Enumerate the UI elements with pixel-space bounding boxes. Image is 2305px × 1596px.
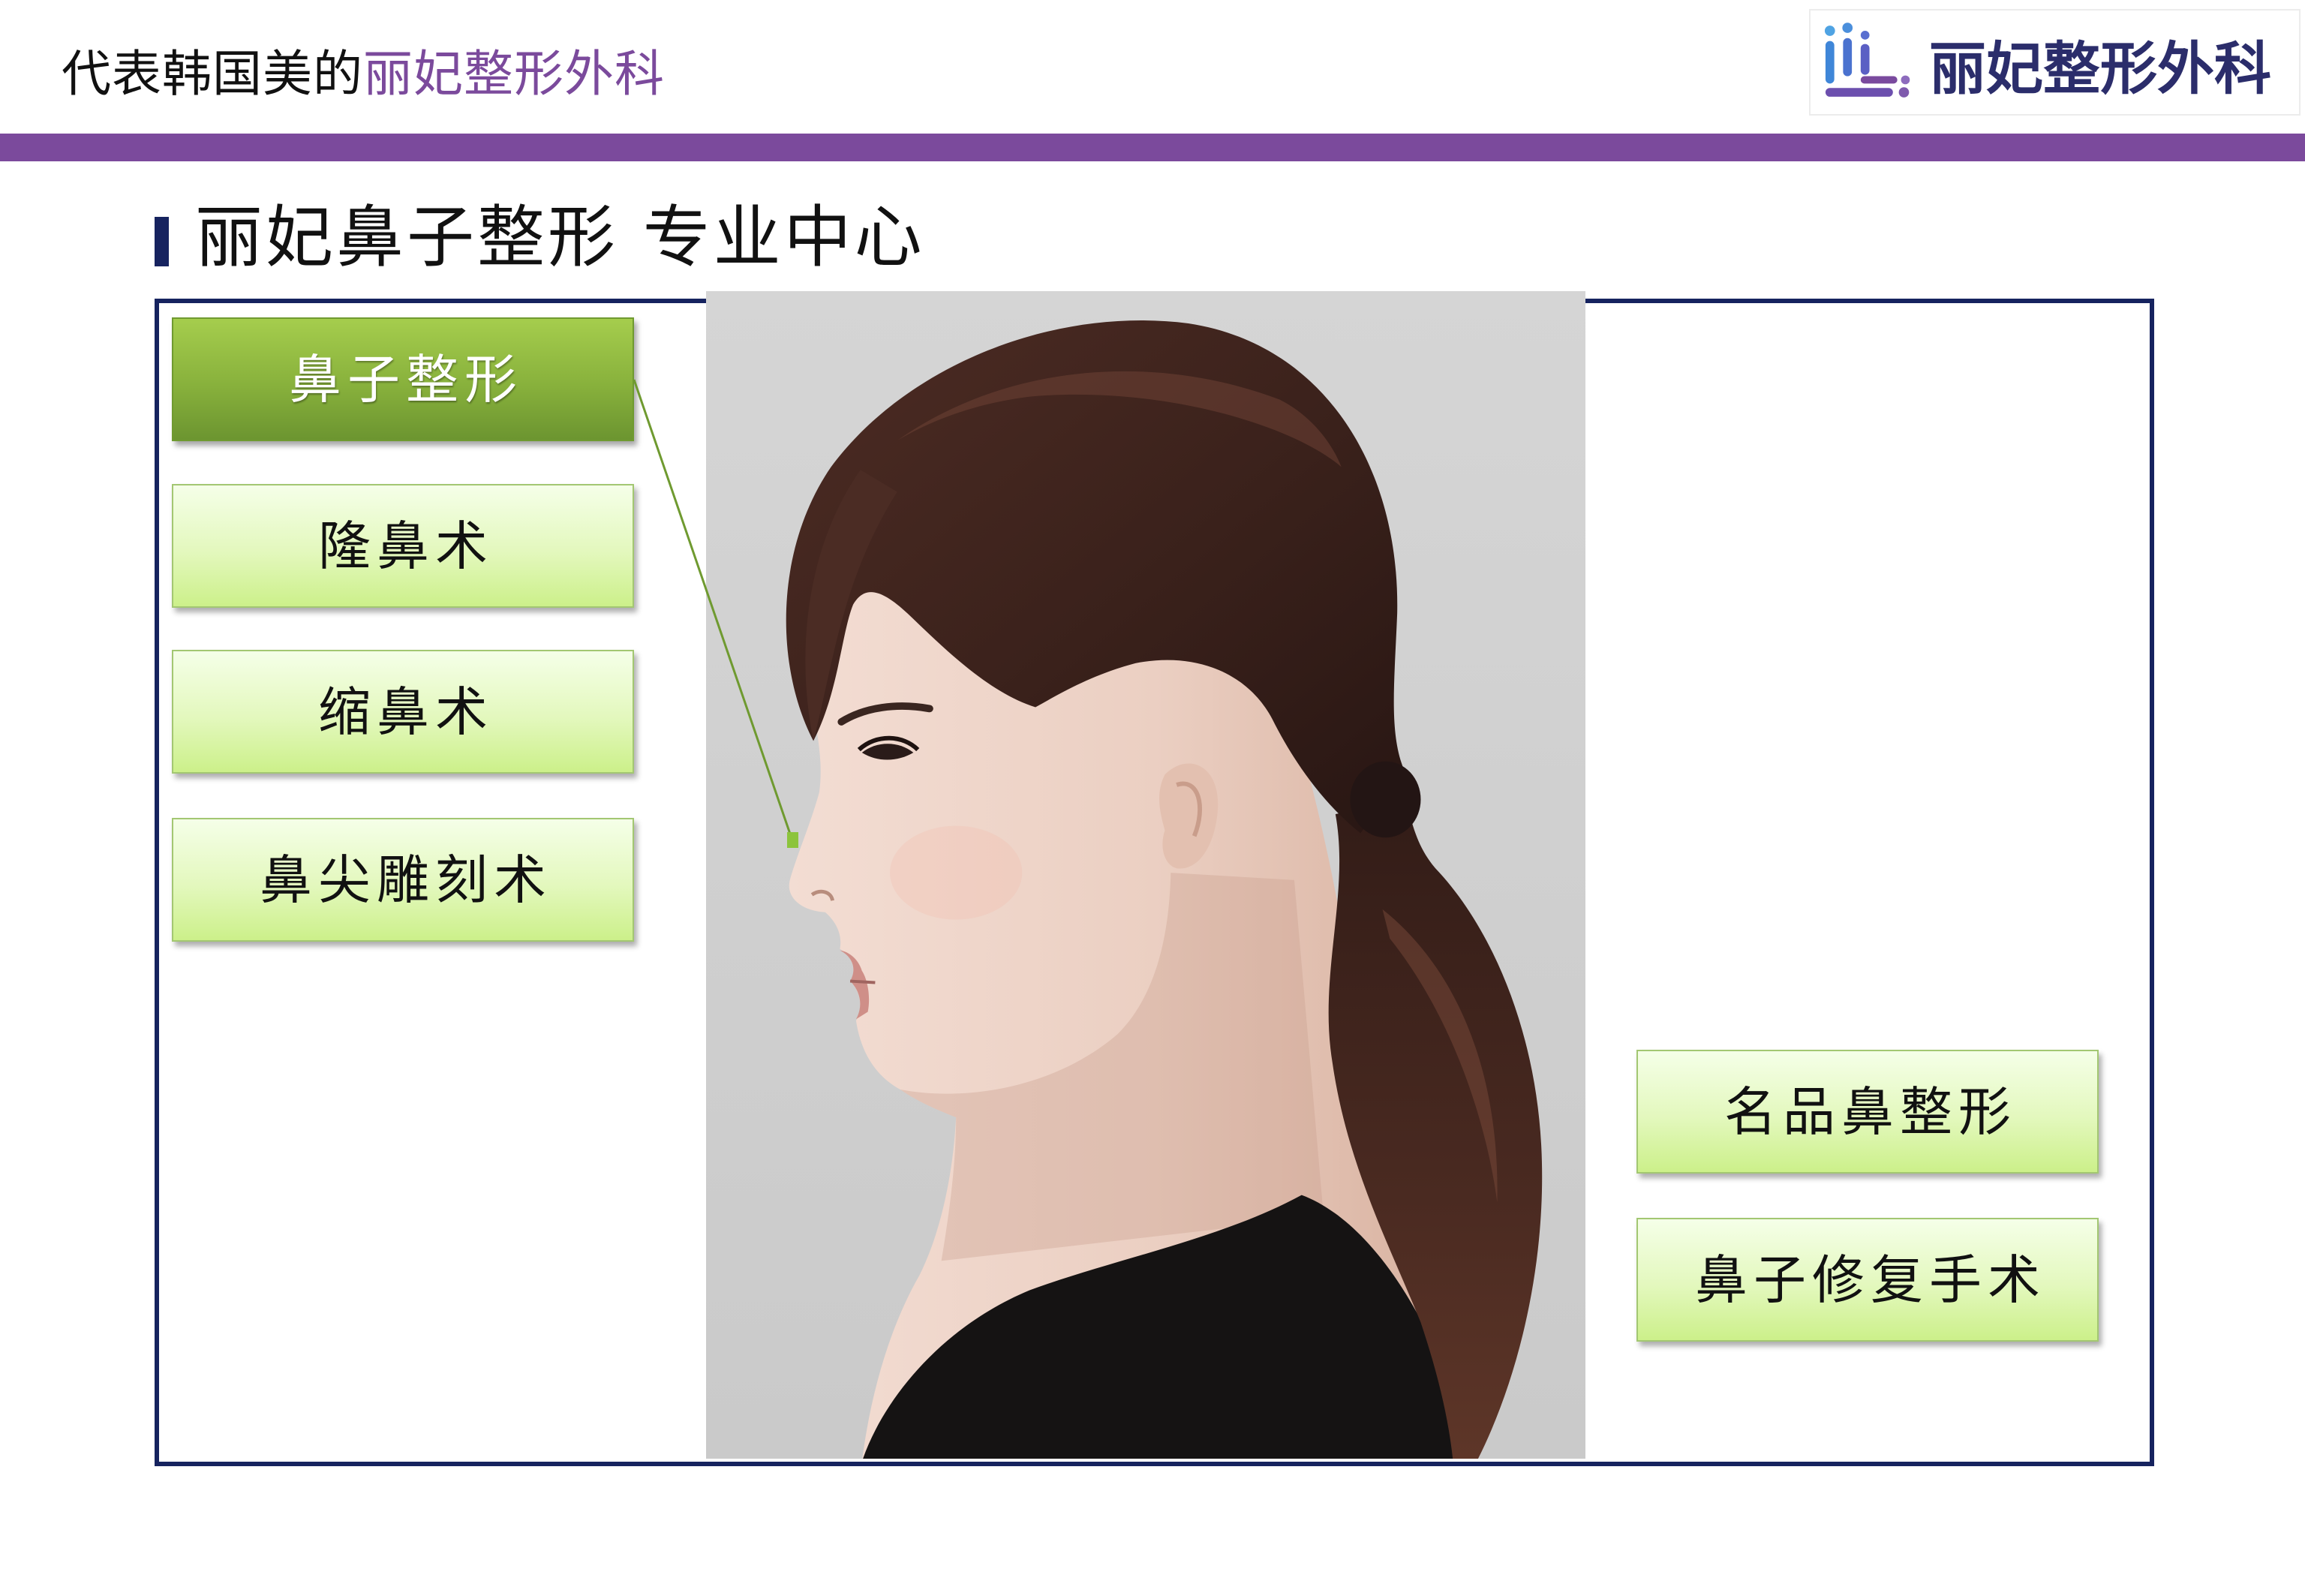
logo-mark-icon bbox=[1824, 23, 1910, 98]
logo-text: 丽妃整形外科 bbox=[1929, 35, 2271, 102]
model-profile-photo bbox=[706, 291, 1585, 1459]
nose-reduction-button[interactable]: 缩鼻术 bbox=[172, 650, 634, 774]
mouth-line bbox=[849, 979, 876, 984]
clinic-logo: 丽妃整形外科 bbox=[1809, 9, 2300, 116]
nose-surgery-category-button[interactable]: 鼻子整形 bbox=[172, 317, 634, 441]
augmentation-rhinoplasty-button[interactable]: 隆鼻术 bbox=[172, 484, 634, 608]
tagline-brand: 丽妃整形外科 bbox=[363, 45, 665, 103]
slide: 代表韩国美的丽妃整形外科 丽妃整形外科 丽妃鼻子整形 专业中心 鼻子整形 隆鼻术… bbox=[0, 0, 2305, 1596]
header-tagline: 代表韩国美的丽妃整形外科 bbox=[62, 50, 665, 99]
nose-tip-sculpting-button[interactable]: 鼻尖雕刻术 bbox=[172, 818, 634, 942]
section-title-marker bbox=[155, 217, 169, 266]
cheek-blush bbox=[889, 825, 1023, 920]
nose-revision-surgery-button[interactable]: 鼻子修复手术 bbox=[1636, 1218, 2099, 1342]
premium-nose-surgery-button[interactable]: 名品鼻整形 bbox=[1636, 1050, 2099, 1174]
header-divider-bar bbox=[0, 134, 2305, 161]
tagline-prefix: 代表韩国美的 bbox=[62, 45, 363, 103]
page-title: 丽妃鼻子整形 专业中心 bbox=[195, 198, 925, 277]
hair-tie bbox=[1350, 761, 1421, 838]
